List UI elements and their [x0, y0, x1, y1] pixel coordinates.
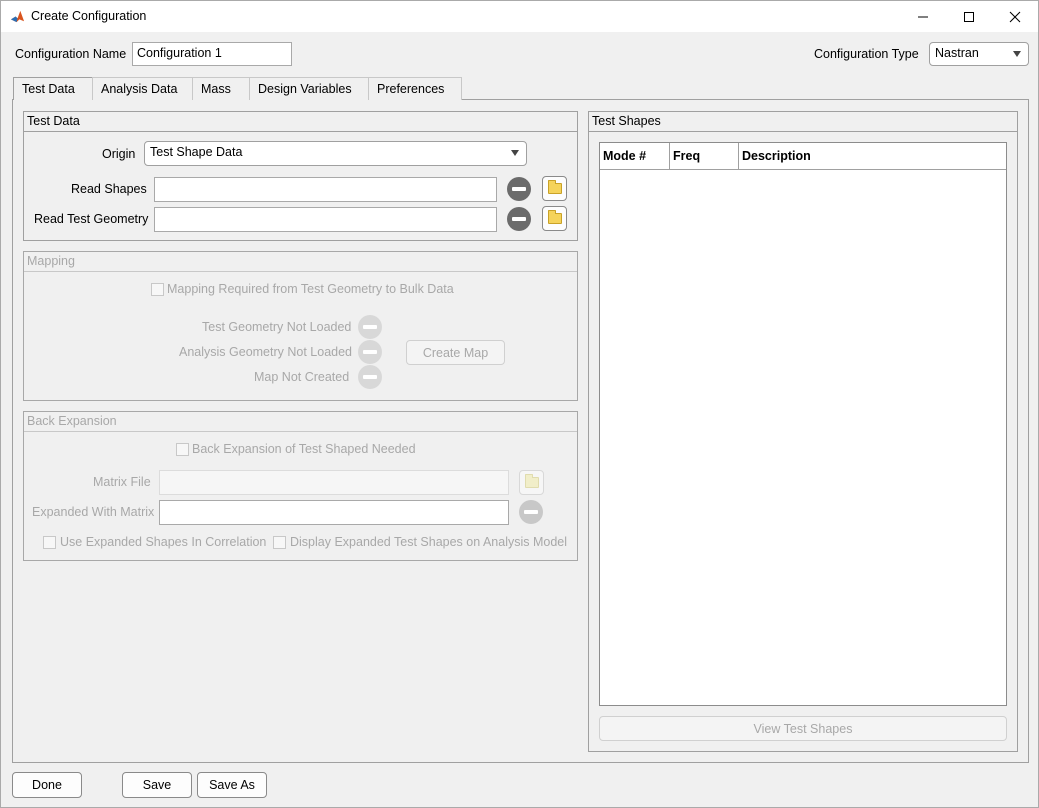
- tab-label: Design Variables: [258, 82, 352, 96]
- status-minus-icon: [507, 207, 531, 231]
- column-header-freq[interactable]: Freq: [670, 143, 739, 170]
- panel-title: Test Shapes: [589, 112, 1017, 132]
- status-minus-icon: [358, 340, 382, 364]
- mapping-required-checkbox[interactable]: [151, 283, 164, 296]
- column-header-description[interactable]: Description: [739, 143, 1006, 170]
- origin-value: Test Shape Data: [150, 145, 243, 159]
- tab-design-variables[interactable]: Design Variables: [249, 77, 369, 100]
- test-shapes-table[interactable]: Mode # Freq Description: [599, 142, 1007, 706]
- read-geometry-label: Read Test Geometry: [34, 212, 149, 226]
- active-tab-join: [14, 98, 92, 101]
- window-title: Create Configuration: [31, 9, 147, 23]
- analysis-geometry-status-label: Analysis Geometry Not Loaded: [179, 345, 353, 359]
- panel-title: Back Expansion: [24, 412, 577, 432]
- done-button[interactable]: Done: [12, 772, 82, 798]
- tab-label: Test Data: [22, 82, 75, 96]
- folder-icon: [548, 210, 562, 224]
- config-name-input[interactable]: Configuration 1: [132, 42, 292, 66]
- maximize-icon: [964, 11, 974, 22]
- title-bar: Create Configuration: [1, 1, 1038, 32]
- status-minus-icon: [507, 177, 531, 201]
- display-expanded-label: Display Expanded Test Shapes on Analysis…: [290, 535, 568, 549]
- matrix-file-label: Matrix File: [93, 475, 151, 489]
- read-geometry-input[interactable]: [154, 207, 497, 232]
- minimize-button[interactable]: [900, 1, 946, 32]
- create-map-button[interactable]: Create Map: [406, 340, 505, 365]
- save-as-button[interactable]: Save As: [197, 772, 267, 798]
- tab-mass[interactable]: Mass: [192, 77, 250, 100]
- view-test-shapes-button[interactable]: View Test Shapes: [599, 716, 1007, 741]
- close-button[interactable]: [992, 1, 1038, 32]
- config-name-label: Configuration Name: [15, 47, 127, 61]
- chevron-down-icon: [1013, 51, 1021, 57]
- tab-bar: Test Data Analysis Data Mass Design Vari…: [13, 77, 463, 100]
- read-shapes-input[interactable]: [154, 177, 497, 202]
- origin-dropdown[interactable]: Test Shape Data: [144, 141, 527, 166]
- status-minus-icon: [519, 500, 543, 524]
- display-expanded-checkbox[interactable]: [273, 536, 286, 549]
- folder-icon: [525, 474, 539, 488]
- status-minus-icon: [358, 365, 382, 389]
- create-configuration-window: Create Configuration Configuration Name …: [0, 0, 1039, 808]
- minimize-icon: [918, 16, 928, 17]
- panel-title: Mapping: [24, 252, 577, 272]
- chevron-down-icon: [511, 150, 519, 156]
- matrix-file-input[interactable]: [159, 470, 509, 495]
- expanded-with-input[interactable]: [159, 500, 509, 525]
- expanded-with-label: Expanded With Matrix: [32, 505, 155, 519]
- browse-geometry-button[interactable]: [542, 206, 567, 231]
- use-expanded-checkbox[interactable]: [43, 536, 56, 549]
- back-expansion-label: Back Expansion of Test Shaped Needed: [192, 442, 416, 456]
- origin-label: Origin: [102, 147, 136, 161]
- tab-preferences[interactable]: Preferences: [368, 77, 462, 100]
- tab-analysis-data[interactable]: Analysis Data: [92, 77, 193, 100]
- tab-label: Mass: [201, 82, 231, 96]
- map-status-label: Map Not Created: [254, 370, 350, 384]
- config-type-dropdown[interactable]: Nastran: [929, 42, 1029, 66]
- read-shapes-label: Read Shapes: [71, 182, 147, 196]
- config-type-label: Configuration Type: [814, 47, 919, 61]
- mapping-required-label: Mapping Required from Test Geometry to B…: [167, 282, 454, 296]
- column-header-mode[interactable]: Mode #: [600, 143, 670, 170]
- tab-label: Preferences: [377, 82, 445, 96]
- maximize-button[interactable]: [946, 1, 992, 32]
- status-minus-icon: [358, 315, 382, 339]
- tab-label: Analysis Data: [101, 82, 178, 96]
- back-expansion-checkbox[interactable]: [176, 443, 189, 456]
- tab-test-data[interactable]: Test Data: [13, 77, 93, 100]
- test-geometry-status-label: Test Geometry Not Loaded: [202, 320, 352, 334]
- browse-shapes-button[interactable]: [542, 176, 567, 201]
- panel-title: Test Data: [24, 112, 577, 132]
- folder-icon: [548, 180, 562, 194]
- browse-matrix-button[interactable]: [519, 470, 544, 495]
- close-icon: [1009, 11, 1021, 22]
- save-button[interactable]: Save: [122, 772, 192, 798]
- use-expanded-label: Use Expanded Shapes In Correlation: [60, 535, 267, 549]
- matlab-icon: [10, 9, 25, 24]
- config-type-value: Nastran: [935, 46, 979, 60]
